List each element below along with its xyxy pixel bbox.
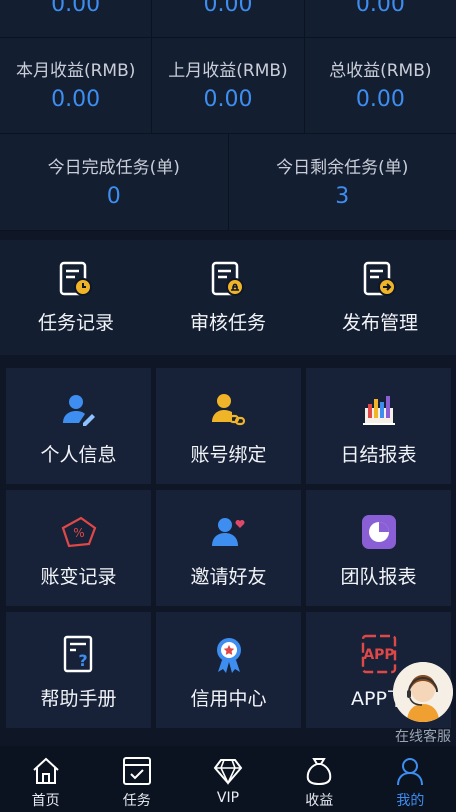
- stat-label: 今日剩余任务(单): [276, 158, 409, 178]
- bottom-tabbar: 首页 任务 VIP 收益 我的: [0, 746, 456, 812]
- grid-label: 账号绑定: [190, 444, 267, 466]
- daily-report-button[interactable]: 日结报表: [306, 368, 451, 484]
- stat-value: 0: [106, 184, 121, 209]
- tab-label: 收益: [305, 793, 334, 809]
- review-task-icon: [208, 260, 248, 300]
- stat-label: 总收益(RMB): [329, 61, 432, 81]
- stat-last-month: 上月收益(RMB) 0.00: [152, 38, 305, 133]
- stat-cell: 0.00: [152, 0, 305, 37]
- customer-service-label: 在线客服: [395, 729, 451, 745]
- tab-label: 任务: [122, 793, 151, 809]
- stats-task-row: 今日完成任务(单) 0 今日剩余任务(单) 3: [0, 134, 456, 231]
- tab-label: VIP: [216, 790, 240, 806]
- percent-tag-icon: %: [59, 512, 99, 552]
- account-bind-button[interactable]: 账号绑定: [156, 368, 301, 484]
- task-record-button[interactable]: 任务记录: [0, 240, 152, 355]
- balance-change-button[interactable]: % 账变记录: [6, 490, 151, 606]
- task-icon: [121, 755, 153, 787]
- team-report-button[interactable]: 团队报表: [306, 490, 451, 606]
- customer-service-button[interactable]: 在线客服: [392, 662, 454, 746]
- stat-label: 本月收益(RMB): [15, 61, 136, 81]
- home-icon: [30, 755, 62, 787]
- stat-label: 今日完成任务(单): [47, 158, 180, 178]
- diamond-icon: [212, 755, 244, 787]
- stat-value: 0.00: [355, 0, 405, 17]
- stats-income-row: 本月收益(RMB) 0.00 上月收益(RMB) 0.00 总收益(RMB) 0…: [0, 38, 456, 134]
- stat-cell: 0.00: [0, 0, 153, 37]
- credit-center-button[interactable]: 信用中心: [156, 612, 301, 728]
- tab-earnings[interactable]: 收益: [274, 746, 365, 812]
- grid-label: 团队报表: [340, 566, 417, 588]
- stat-cell: 0.00: [304, 0, 456, 37]
- tab-label: 首页: [31, 793, 60, 809]
- grid-label: 个人信息: [40, 444, 117, 466]
- svg-text:APP: APP: [363, 647, 394, 663]
- user-icon: [394, 755, 426, 787]
- tab-mine[interactable]: 我的: [365, 746, 456, 812]
- grid-label: 账变记录: [40, 566, 117, 588]
- stat-tasks-left: 今日剩余任务(单) 3: [228, 134, 456, 230]
- quick-actions: 任务记录 审核任务 发布管理: [0, 240, 456, 355]
- stats-top-row: 0.00 0.00 0.00: [0, 0, 456, 38]
- tab-task[interactable]: 任务: [91, 746, 182, 812]
- earnings-stats: 0.00 0.00 0.00 本月收益(RMB) 0.00 上月收益(RMB) …: [0, 0, 456, 231]
- stat-label: 上月收益(RMB): [168, 61, 288, 81]
- stat-value: 0.00: [51, 0, 101, 17]
- stat-value: 3: [335, 184, 350, 209]
- pie-chart-icon: [359, 512, 399, 552]
- svg-text:%: %: [73, 526, 84, 540]
- user-edit-icon: [59, 390, 99, 430]
- stat-value: 0.00: [203, 87, 253, 112]
- task-record-icon: [56, 260, 96, 300]
- grid-label: 邀请好友: [190, 566, 267, 588]
- help-manual-icon: ?: [59, 634, 99, 674]
- stat-value: 0.00: [355, 87, 405, 112]
- grid-label: 帮助手册: [40, 688, 117, 710]
- personal-info-button[interactable]: 个人信息: [6, 368, 151, 484]
- money-bag-icon: [303, 755, 335, 787]
- grid-label: 日结报表: [340, 444, 417, 466]
- daily-report-icon: [359, 390, 399, 430]
- svg-text:?: ?: [78, 651, 87, 670]
- feature-grid: 个人信息 账号绑定 日结报表 % 账变记录 邀请好友 团队报表 ? 帮助手册 信…: [6, 368, 451, 728]
- stat-value: 0.00: [51, 87, 101, 112]
- stat-tasks-done: 今日完成任务(单) 0: [0, 134, 229, 230]
- stat-this-month: 本月收益(RMB) 0.00: [0, 38, 153, 133]
- stat-value: 0.00: [203, 0, 253, 17]
- credit-badge-icon: [209, 634, 249, 674]
- publish-manage-icon: [360, 260, 400, 300]
- invite-friend-icon: [209, 512, 249, 552]
- review-task-button[interactable]: 审核任务: [152, 240, 304, 355]
- tab-label: 我的: [396, 793, 425, 809]
- quick-action-label: 审核任务: [189, 312, 266, 334]
- invite-friend-button[interactable]: 邀请好友: [156, 490, 301, 606]
- help-manual-button[interactable]: ? 帮助手册: [6, 612, 151, 728]
- publish-manage-button[interactable]: 发布管理: [304, 240, 456, 355]
- quick-action-label: 发布管理: [341, 312, 418, 334]
- tab-vip[interactable]: VIP: [182, 746, 273, 812]
- account-bind-icon: [209, 390, 249, 430]
- grid-label: 信用中心: [190, 688, 267, 710]
- stat-total: 总收益(RMB) 0.00: [304, 38, 456, 133]
- quick-action-label: 任务记录: [37, 312, 114, 334]
- tab-home[interactable]: 首页: [0, 746, 91, 812]
- customer-service-icon: [393, 662, 453, 722]
